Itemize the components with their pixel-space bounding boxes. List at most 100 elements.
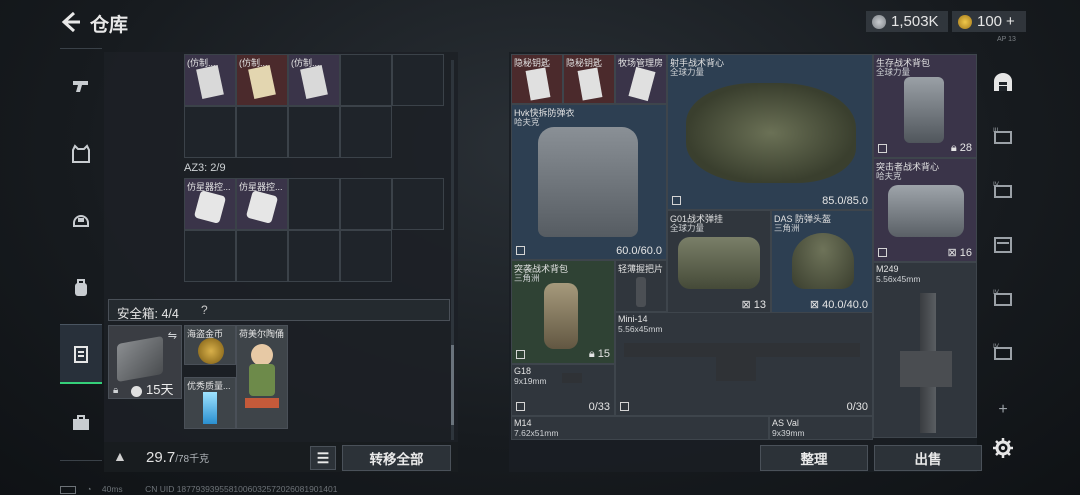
grid-item[interactable]: 仿星器控... (236, 178, 288, 230)
grid-item[interactable]: G18 9x19mm 0/33 (511, 364, 615, 416)
safe-box-card[interactable]: ⇋ 🔒︎ 15天 (108, 325, 182, 399)
wifi-icon: ◔ (86, 484, 92, 494)
page-title: 仓库 (90, 15, 129, 36)
currency-balance-2[interactable]: 100 + (952, 11, 1026, 32)
durability-icon (672, 196, 681, 205)
empty-cell[interactable] (184, 106, 236, 158)
home-storage-icon (994, 73, 1012, 91)
storage-tab-7[interactable]: IV (985, 334, 1021, 370)
currency-1-value: 1,503K (891, 13, 939, 30)
svg-text:III: III (993, 127, 999, 134)
empty-cell[interactable] (236, 230, 288, 282)
empty-cell[interactable] (340, 54, 392, 106)
transfer-all-button[interactable]: 转移全部 (342, 445, 451, 471)
grid-item[interactable]: 牧场管理房 (615, 54, 667, 104)
grid-item[interactable]: 隐秘钥匙 (563, 54, 615, 104)
back-arrow-icon[interactable] (58, 10, 82, 34)
battery-icon (60, 485, 76, 494)
rail-item-briefcase[interactable] (60, 393, 102, 453)
sort-button[interactable]: 整理 (760, 445, 868, 471)
grid-item[interactable]: 射手战术背心 全球力量 85.0/85.0 (667, 54, 873, 210)
durability-icon (878, 144, 887, 153)
lock-icon: 🔒︎ (113, 385, 119, 396)
add-storage-tab[interactable]: + (985, 392, 1021, 428)
weight-icon: ▲ (113, 448, 127, 464)
backpack-image (544, 283, 578, 349)
currency-2-add[interactable]: + (1006, 13, 1015, 30)
grid-item[interactable]: DAS 防弹头盔 三角洲 ⊠ 40.0/40.0 (771, 210, 873, 314)
empty-cell[interactable] (288, 178, 340, 230)
vest-image (888, 185, 964, 237)
left-category-rail (60, 48, 102, 463)
body-armor-image (538, 127, 638, 237)
grid-item[interactable]: 优秀质量... (184, 377, 236, 429)
ping-value: 40ms (101, 484, 123, 494)
empty-cell[interactable] (340, 106, 392, 158)
helmet-icon (73, 215, 89, 227)
grid-item[interactable]: 仿星器控... (184, 178, 236, 230)
sell-button[interactable]: 出售 (874, 445, 982, 471)
empty-cell[interactable] (392, 54, 444, 106)
storage-tab-5[interactable] (985, 226, 1021, 262)
rail-item-pistol[interactable] (60, 56, 102, 116)
list-view-button[interactable]: ☰ (310, 446, 336, 470)
settings-button[interactable] (985, 430, 1021, 466)
grid-item[interactable]: G01战术弹挂 全球力量 ⊠ 13 (667, 210, 771, 314)
empty-cell[interactable] (340, 230, 392, 282)
chest-rig-image (678, 237, 760, 289)
empty-cell[interactable] (236, 106, 288, 158)
rail-item-backpack[interactable] (60, 258, 102, 318)
control-card-icon (193, 190, 227, 224)
grid-item[interactable]: (仿制... (184, 54, 236, 106)
grid-item[interactable]: (仿制... (288, 54, 340, 106)
grid-item[interactable]: 突袭战术背包 三角洲 🔒︎ 15 (511, 260, 615, 364)
storage-tab-6[interactable]: IV (985, 280, 1021, 316)
empty-cell[interactable] (184, 230, 236, 282)
durability-icon (516, 402, 525, 411)
grid-item[interactable]: 隐秘钥匙 (511, 54, 563, 104)
grid-item[interactable]: M249 5.56x45mm (873, 262, 977, 438)
grid-item[interactable]: M14 7.62x51mm (511, 416, 769, 440)
storage-tab-3-icon: III (993, 127, 1012, 144)
grid-item[interactable]: Mini-14 5.56x45mm 0/30 (615, 312, 873, 416)
grid-item[interactable]: (仿制... (236, 54, 288, 106)
grid-item[interactable]: 荷美尔陶俑 (236, 325, 288, 429)
empty-cell[interactable] (288, 106, 340, 158)
rifle-magazine (716, 357, 756, 381)
rail-item-vest[interactable] (60, 124, 102, 184)
help-icon[interactable]: ? (201, 303, 208, 317)
helmet-image (792, 233, 854, 289)
grid-item[interactable]: Hvk快拆防弹衣 哈夫克 60.0/60.0 (511, 104, 667, 260)
empty-cell[interactable] (340, 178, 392, 230)
rail-item-container[interactable] (60, 324, 102, 384)
grid-item[interactable]: 生存战术背包 全球力量 🔒︎ 28 (873, 54, 977, 158)
backpack-icon (75, 279, 87, 296)
grid-item[interactable]: AS Val 9x39mm (769, 416, 873, 440)
document-icon (248, 65, 276, 99)
grip-image (636, 277, 646, 307)
rail-item-helmet[interactable] (60, 190, 102, 250)
gold-coin-icon (198, 338, 224, 364)
document-icon (300, 65, 328, 99)
storage-tab-7-icon: IV (993, 343, 1012, 360)
figurine-head (251, 344, 273, 366)
grid-item[interactable]: 轻薄握把片 (615, 260, 667, 312)
figurine-base (245, 398, 279, 408)
weight-display: 29.7/78千克 (146, 449, 210, 466)
gold-coin-icon (958, 14, 972, 29)
scrollbar-thumb[interactable] (451, 345, 454, 425)
safe-box-header: 安全箱: 4/4 ? (108, 299, 450, 321)
grid-item[interactable]: 突击者战术背心 哈夫克 ⊠ 16 (873, 158, 977, 262)
durability-icon (620, 402, 629, 411)
empty-cell[interactable] (392, 178, 444, 230)
storage-tab-home[interactable] (985, 64, 1021, 100)
empty-cell[interactable] (288, 230, 340, 282)
storage-tab-4[interactable]: IV (985, 172, 1021, 208)
grid-item[interactable]: 海盗金币 (184, 325, 236, 365)
currency-balance-1[interactable]: 1,503K (866, 11, 948, 32)
storage-tab-3[interactable]: III (985, 118, 1021, 154)
swap-icon[interactable]: ⇋ (168, 329, 177, 342)
gear-icon (993, 438, 1013, 458)
storage-tab-5-icon (994, 237, 1012, 253)
clock-icon (131, 386, 142, 397)
